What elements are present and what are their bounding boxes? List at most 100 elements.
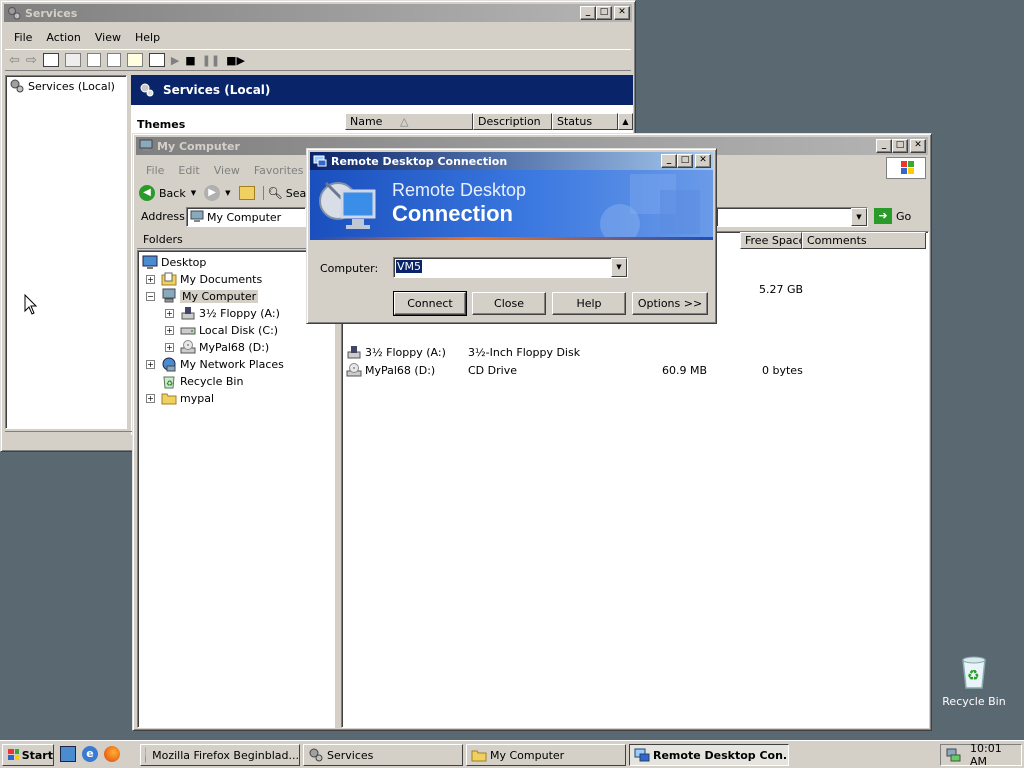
options-button[interactable]: Options >>	[632, 292, 708, 315]
stop-icon[interactable]: ■	[185, 54, 195, 67]
console-icon[interactable]	[148, 53, 165, 67]
column-name[interactable]: Name △	[345, 113, 473, 130]
menu-file[interactable]: File	[7, 31, 39, 44]
taskbar-item-my-computer[interactable]: My Computer	[466, 744, 626, 766]
maximize-button[interactable]: □	[892, 139, 908, 153]
expand-icon[interactable]: +	[146, 274, 155, 284]
maximize-button[interactable]: □	[596, 6, 612, 20]
address-dropdown-button[interactable]: ▼	[851, 208, 867, 226]
refresh-icon[interactable]	[86, 53, 101, 67]
network-tray-icon[interactable]	[945, 747, 961, 763]
computer-dropdown-button[interactable]: ▼	[611, 258, 627, 277]
maximize-button[interactable]: □	[677, 154, 693, 168]
menu-edit[interactable]: Edit	[171, 164, 206, 177]
back-arrow-icon[interactable]: ⇦	[9, 53, 20, 68]
back-arrow-icon: ◀	[139, 185, 155, 201]
menu-favorites[interactable]: Favorites	[247, 164, 311, 177]
column-comments[interactable]: Comments	[802, 232, 926, 249]
column-status[interactable]: Status	[552, 113, 618, 130]
tree-my-documents[interactable]: + My Documents	[146, 271, 262, 287]
tree-local-disk[interactable]: + Local Disk (C:)	[165, 322, 278, 338]
column-name-label: Name	[350, 115, 383, 128]
rdc-title: Remote Desktop Connection	[331, 154, 508, 168]
restart-icon[interactable]: ■▶	[226, 54, 245, 67]
back-button[interactable]: ◀ Back ▼	[139, 185, 196, 201]
tree-recycle-bin[interactable]: ♻ Recycle Bin	[161, 373, 243, 389]
rdc-titlebar[interactable]: Remote Desktop Connection _ □ ✕	[310, 152, 713, 170]
list-item[interactable]: MyPal68 (D:)	[346, 362, 435, 378]
show-desktop-icon[interactable]	[60, 746, 76, 762]
hard-disk-icon	[180, 322, 196, 338]
tree-mypal-folder[interactable]: + mypal	[146, 390, 214, 406]
tree-mypal-drive[interactable]: + MyPal68 (D:)	[165, 339, 269, 355]
firefox-icon[interactable]	[104, 746, 120, 762]
search-button[interactable]: 🔍︎ Sea	[262, 186, 306, 200]
address-input-extension[interactable]: ▼	[716, 207, 868, 227]
close-button[interactable]: ✕	[614, 6, 630, 20]
forward-arrow-icon[interactable]: ⇨	[26, 53, 37, 68]
address-label: Address	[141, 210, 185, 223]
minimize-button[interactable]: _	[876, 139, 892, 153]
expand-icon[interactable]: +	[165, 325, 174, 335]
menu-view[interactable]: View	[207, 164, 247, 177]
services-titlebar[interactable]: Services _ □ ✕	[4, 4, 632, 22]
export-icon[interactable]	[106, 53, 121, 67]
column-description[interactable]: Description	[473, 113, 552, 130]
remote-desktop-icon	[313, 154, 327, 168]
computer-input[interactable]: VM5 ▼	[393, 257, 628, 278]
search-icon: 🔍︎	[267, 186, 283, 200]
expand-icon[interactable]: +	[165, 342, 174, 352]
remote-desktop-icon	[634, 747, 650, 763]
minimize-button[interactable]: _	[661, 154, 677, 168]
taskbar-item-services[interactable]: Services	[303, 744, 463, 766]
windows-logo-icon	[886, 157, 926, 179]
expand-icon[interactable]: +	[165, 308, 174, 318]
properties-icon[interactable]	[64, 53, 81, 67]
scroll-up-button[interactable]: ▲	[618, 113, 633, 130]
help-icon[interactable]	[126, 53, 143, 67]
tree-services-local-label: Services (Local)	[28, 79, 115, 93]
item-type: 3½-Inch Floppy Disk	[468, 346, 581, 359]
item-size: 60.9 MB	[662, 364, 708, 377]
taskbar-item-rdc[interactable]: Remote Desktop Con...	[629, 744, 789, 766]
show-tree-icon[interactable]	[42, 53, 59, 67]
tree-my-documents-label: My Documents	[180, 272, 263, 286]
close-button[interactable]: ✕	[695, 154, 711, 168]
menu-file[interactable]: File	[139, 164, 171, 177]
internet-explorer-icon[interactable]: e	[82, 746, 98, 762]
go-button[interactable]: ➜ Go	[874, 208, 911, 224]
explorer-toolbar: ◀ Back ▼ ▶ ▼ 🔍︎ Sea	[139, 182, 306, 204]
firefox-icon	[145, 747, 147, 763]
tree-mypal-drive-label: MyPal68 (D:)	[199, 340, 270, 354]
column-free-space[interactable]: Free Space	[740, 232, 802, 249]
tree-my-computer[interactable]: − My Computer	[146, 288, 259, 304]
clock[interactable]: 10:01 AM	[970, 742, 1021, 768]
tree-desktop[interactable]: Desktop	[142, 254, 206, 270]
list-item[interactable]: 3½ Floppy (A:)	[346, 344, 446, 360]
desktop-recycle-bin[interactable]: ♻ Recycle Bin	[938, 656, 1010, 708]
menu-help[interactable]: Help	[128, 31, 167, 44]
remote-desktop-banner-icon	[319, 181, 376, 229]
tree-network-places[interactable]: + My Network Places	[146, 356, 284, 372]
connect-button[interactable]: Connect	[393, 291, 467, 316]
pause-icon[interactable]: ❚❚	[202, 54, 220, 67]
menu-view[interactable]: View	[88, 31, 128, 44]
address-input[interactable]: My Computer	[186, 207, 306, 227]
collapse-icon[interactable]: −	[146, 291, 155, 301]
up-folder-icon[interactable]	[238, 186, 255, 200]
help-button[interactable]: Help	[552, 292, 626, 315]
tree-floppy[interactable]: + 3½ Floppy (A:)	[165, 305, 280, 321]
taskbar-item-firefox[interactable]: Mozilla Firefox Beginblad...	[140, 744, 300, 766]
close-button[interactable]: ✕	[910, 139, 926, 153]
minimize-button[interactable]: _	[580, 6, 596, 20]
expand-icon[interactable]: +	[146, 393, 155, 403]
menu-action[interactable]: Action	[39, 31, 87, 44]
tree-services-local[interactable]: Services (Local)	[9, 78, 115, 94]
computer-icon	[139, 139, 153, 153]
start-button[interactable]: Start	[2, 744, 54, 766]
forward-button[interactable]: ▶ ▼	[204, 185, 231, 201]
play-icon[interactable]: ▶	[171, 54, 179, 67]
rdc-close-button[interactable]: Close	[472, 292, 546, 315]
expand-icon[interactable]: +	[146, 359, 155, 369]
desktop-icon	[142, 254, 158, 270]
